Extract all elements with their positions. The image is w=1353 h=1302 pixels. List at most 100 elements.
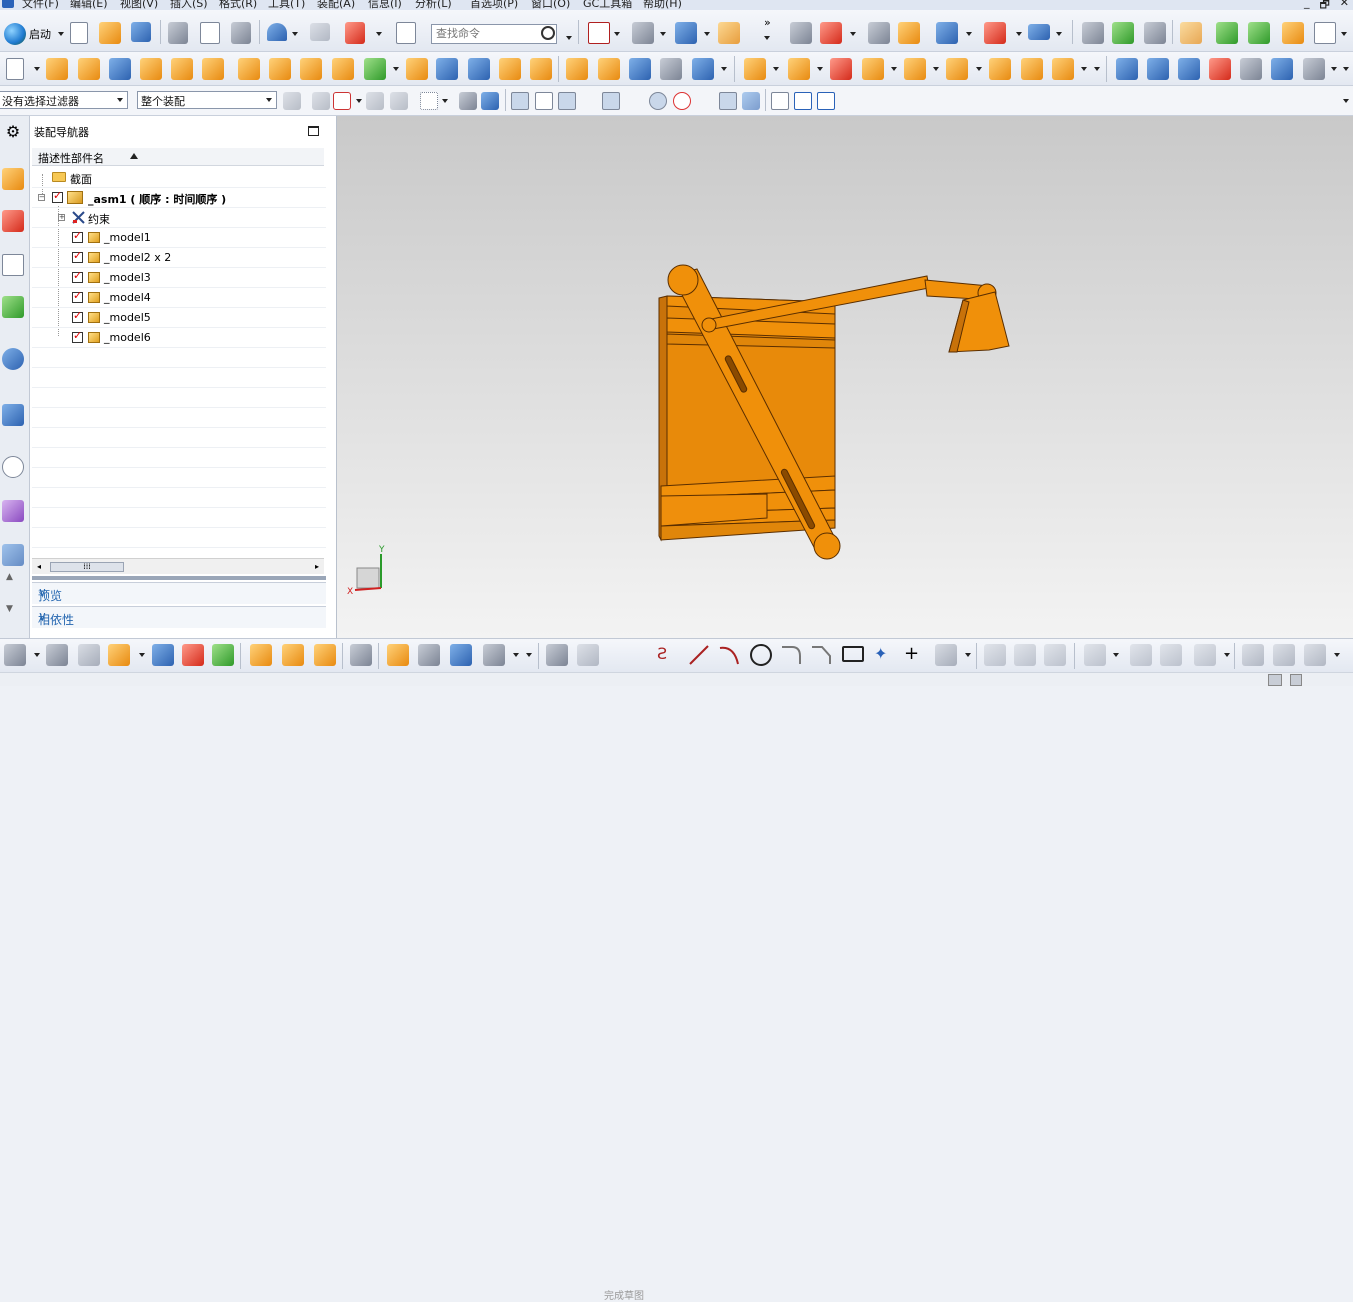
add-component-dropdown-icon[interactable]	[139, 653, 145, 657]
search-dropdown-icon[interactable]	[566, 36, 572, 40]
pattern-component-dropdown-icon[interactable]	[513, 653, 519, 657]
emboss-icon[interactable]	[332, 58, 354, 80]
fit-view-icon[interactable]	[588, 22, 610, 44]
slot-icon[interactable]	[269, 58, 291, 80]
column-header[interactable]: 描述性部件名	[32, 148, 324, 166]
snap-perpendicular-icon[interactable]	[626, 92, 644, 110]
assembly-constraints-icon[interactable]	[182, 644, 204, 666]
component-dropdown-icon[interactable]	[817, 67, 823, 71]
component-icon[interactable]	[788, 58, 810, 80]
visibility-checkbox[interactable]	[72, 249, 83, 263]
pattern-dropdown-icon[interactable]	[721, 67, 727, 71]
menu-preferences[interactable]: 首选项(P)	[470, 0, 518, 10]
make-corner-icon[interactable]	[1044, 644, 1066, 666]
menu-help[interactable]: 帮助(H)	[643, 0, 682, 10]
tree-row-section[interactable]: 截面	[32, 168, 326, 188]
analysis-icon[interactable]	[1248, 22, 1270, 44]
measure-icon[interactable]	[898, 22, 920, 44]
search-icon[interactable]	[541, 26, 555, 40]
undo-dropdown-icon[interactable]	[292, 32, 298, 36]
part-icon[interactable]	[1282, 22, 1304, 44]
history-icon[interactable]	[2, 404, 24, 426]
revolve-icon[interactable]	[78, 58, 100, 80]
trim-dropdown-icon[interactable]	[1331, 67, 1337, 71]
selection-filter-select[interactable]: 没有选择过滤器	[0, 91, 128, 109]
snap-curve-icon[interactable]	[581, 92, 599, 110]
geometric-constraint-icon[interactable]	[1130, 644, 1152, 666]
replace-dropdown-icon[interactable]	[891, 67, 897, 71]
visibility-checkbox[interactable]	[72, 269, 83, 283]
offset-face-icon[interactable]	[406, 58, 428, 80]
assembly-settings-icon[interactable]	[4, 644, 26, 666]
chevron-down-icon[interactable]: ∨	[38, 609, 318, 623]
point-icon[interactable]	[984, 22, 1006, 44]
filter-settings-icon[interactable]	[283, 92, 301, 110]
wcs-orient-dropdown-icon[interactable]	[850, 32, 856, 36]
model-view[interactable]: Y X	[337, 116, 1353, 638]
move-component-icon[interactable]	[152, 644, 174, 666]
dependencies-panel[interactable]: 相依性 ∨	[32, 606, 326, 628]
point-sketch-icon[interactable]: +	[904, 644, 926, 666]
open-folder-icon[interactable]	[99, 22, 121, 44]
menu-file[interactable]: 文件(F)	[22, 0, 59, 10]
view-dropdown-icon[interactable]	[614, 32, 620, 36]
snap-tangent-icon[interactable]	[719, 92, 737, 110]
wave-icon[interactable]	[946, 58, 968, 80]
info-icon[interactable]	[396, 22, 416, 44]
remove-component-icon[interactable]	[830, 58, 852, 80]
paste-icon[interactable]	[231, 22, 251, 44]
more-icon[interactable]: »	[764, 16, 771, 29]
line-icon[interactable]	[688, 644, 710, 666]
command-search-input[interactable]	[431, 24, 557, 44]
snap-icon[interactable]	[333, 92, 351, 110]
extrude-icon[interactable]	[46, 58, 68, 80]
scroll-left-icon[interactable]: ◂	[37, 562, 41, 571]
surface-icon[interactable]	[1116, 58, 1138, 80]
constraint-navigator-icon[interactable]	[2, 210, 24, 232]
menu-tools[interactable]: 工具(T)	[268, 0, 305, 10]
sketch-icon[interactable]	[6, 58, 24, 80]
show-dof-icon[interactable]	[212, 644, 234, 666]
layer-settings-icon[interactable]	[790, 22, 812, 44]
assembly-scope-select[interactable]: 整个装配	[137, 91, 277, 109]
tree-row-assembly[interactable]: − _asm1 ( 顺序 : 时间顺序 )	[32, 188, 326, 208]
visibility-checkbox[interactable]	[72, 309, 83, 323]
box-select-dropdown-icon[interactable]	[442, 99, 448, 103]
gear-icon[interactable]: ⚙	[2, 122, 24, 144]
web-browser-icon[interactable]	[2, 348, 24, 370]
menu-assembly[interactable]: 装配(A)	[317, 0, 355, 10]
visibility-checkbox[interactable]	[72, 329, 83, 343]
block-icon[interactable]	[109, 58, 131, 80]
layer-category-icon[interactable]	[1144, 22, 1166, 44]
sketch-dropdown-icon[interactable]	[34, 67, 40, 71]
boss-icon[interactable]	[171, 58, 193, 80]
quick-extend-icon[interactable]	[1014, 644, 1036, 666]
tree-row-part[interactable]: _model4	[32, 288, 326, 308]
snap-quadrant-icon[interactable]	[673, 92, 691, 110]
bridge-icon[interactable]	[1240, 58, 1262, 80]
splitter[interactable]	[32, 576, 326, 580]
sweep-icon[interactable]	[1178, 58, 1200, 80]
move-dropdown-icon[interactable]	[966, 32, 972, 36]
scroll-up-icon[interactable]: ▲	[6, 572, 13, 582]
clearance-dropdown-icon[interactable]	[1081, 67, 1087, 71]
orient-dropdown-icon[interactable]	[704, 32, 710, 36]
toolbar-options-icon[interactable]	[764, 36, 770, 40]
hole-icon[interactable]	[140, 58, 162, 80]
tree-row-part[interactable]: _model6	[32, 328, 326, 348]
wave-geometry-icon[interactable]	[314, 644, 336, 666]
visibility-checkbox[interactable]	[72, 229, 83, 243]
orient-view-icon[interactable]	[675, 22, 697, 44]
layer-icon[interactable]	[1112, 22, 1134, 44]
part-navigator-icon[interactable]	[2, 254, 24, 276]
start-button[interactable]: 启动	[4, 23, 51, 45]
link-icon[interactable]	[989, 58, 1011, 80]
restore-button[interactable]: 🗗	[1319, 0, 1329, 10]
abc-dropdown-icon[interactable]	[1341, 32, 1347, 36]
assembly-navigator-icon[interactable]	[2, 168, 24, 190]
deselect-icon[interactable]	[390, 92, 408, 110]
snap-dropdown-icon[interactable]	[356, 99, 362, 103]
row2-options-icon[interactable]	[1343, 67, 1349, 71]
background-icon[interactable]	[718, 22, 740, 44]
menu-gc-toolbox[interactable]: GC工具箱	[583, 0, 632, 10]
